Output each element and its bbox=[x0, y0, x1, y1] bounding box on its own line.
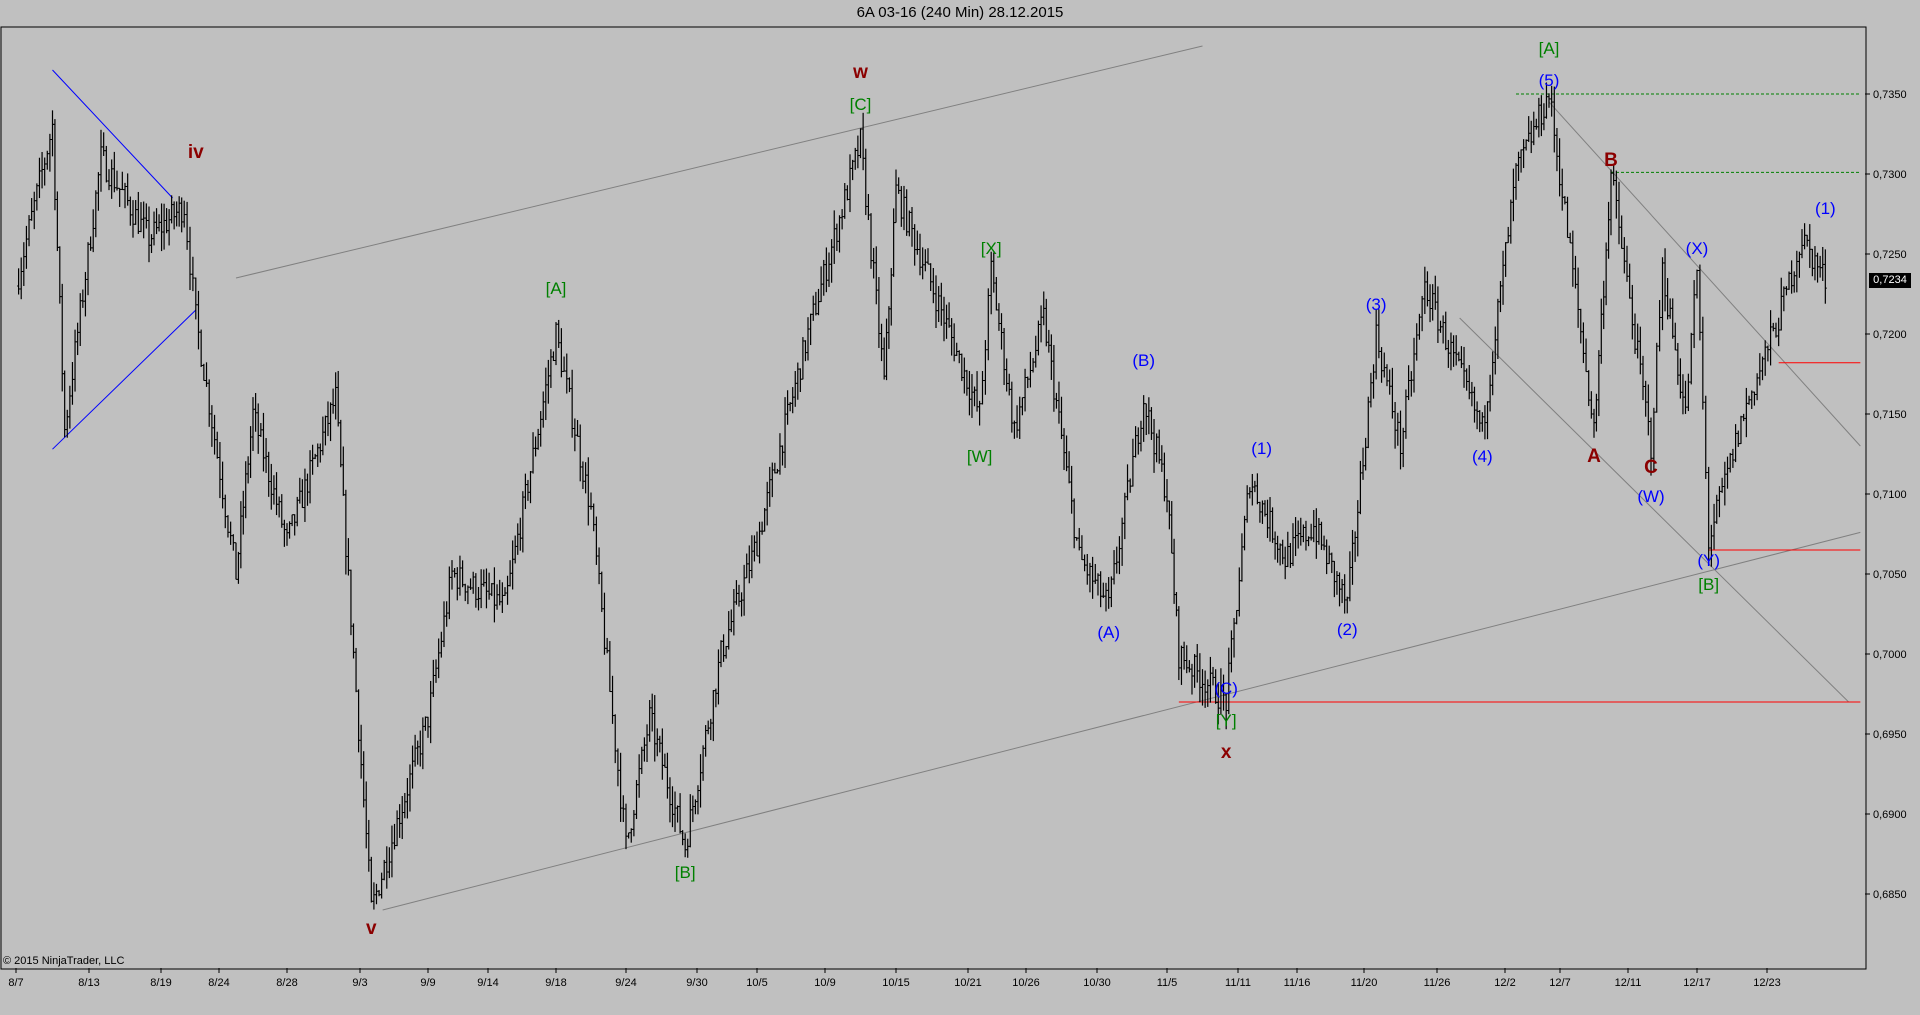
x-tick-label: 10/5 bbox=[746, 977, 767, 989]
x-tick-label: 9/18 bbox=[545, 977, 566, 989]
x-tick-label: 9/14 bbox=[477, 977, 498, 989]
y-tick-label: 0,7250 bbox=[1873, 249, 1907, 261]
copyright-text: © 2015 NinjaTrader, LLC bbox=[3, 955, 125, 967]
wave-label: iv bbox=[188, 142, 204, 163]
x-tick-label: 8/19 bbox=[150, 977, 171, 989]
y-tick-label: 0,7200 bbox=[1873, 329, 1907, 341]
wave-label: [A] bbox=[546, 279, 567, 298]
wave-label: w bbox=[852, 62, 868, 83]
x-tick-label: 11/11 bbox=[1225, 977, 1251, 989]
wave-label: [W] bbox=[967, 447, 993, 466]
y-tick-label: 0,6900 bbox=[1873, 809, 1907, 821]
wave-label: v bbox=[366, 918, 377, 939]
y-tick-label: 0,6950 bbox=[1873, 729, 1907, 741]
wave-label: (4) bbox=[1472, 447, 1493, 466]
wave-label: (1) bbox=[1251, 439, 1272, 458]
wave-label: (2) bbox=[1337, 620, 1358, 639]
x-tick-label: 10/26 bbox=[1012, 977, 1040, 989]
x-tick-label: 12/23 bbox=[1753, 977, 1781, 989]
x-tick-label: 11/20 bbox=[1351, 977, 1378, 989]
price-chart[interactable]: iv v w x [A] [B] [C] [X] [W] [Y] [A] [B] (A) (B) (C) (1… bbox=[0, 0, 1920, 1015]
y-tick-label: 0,6850 bbox=[1873, 889, 1907, 901]
wave-label: (Y) bbox=[1697, 551, 1720, 570]
wave-label: (5) bbox=[1539, 71, 1560, 90]
x-tick-label: 11/5 bbox=[1157, 977, 1178, 989]
wave-label: x bbox=[1221, 742, 1232, 763]
x-tick-label: 9/9 bbox=[420, 977, 435, 989]
wave-label: [Y] bbox=[1216, 711, 1237, 730]
x-tick-label: 11/26 bbox=[1424, 977, 1451, 989]
wave-label: (W) bbox=[1637, 487, 1664, 506]
y-tick-label: 0,7100 bbox=[1873, 489, 1907, 501]
x-tick-label: 9/24 bbox=[615, 977, 636, 989]
last-price-badge: 0,7234 bbox=[1869, 273, 1911, 288]
y-tick-label: 0,7050 bbox=[1873, 569, 1907, 581]
x-tick-label: 9/3 bbox=[352, 977, 367, 989]
wave-label: C bbox=[1644, 457, 1658, 478]
x-tick-label: 11/16 bbox=[1284, 977, 1311, 989]
x-tick-label: 12/17 bbox=[1683, 977, 1711, 989]
y-tick-label: 0,7350 bbox=[1873, 89, 1907, 101]
wave-label: (X) bbox=[1686, 239, 1709, 258]
wave-label: [X] bbox=[981, 239, 1002, 258]
wave-label: [A] bbox=[1539, 39, 1560, 58]
y-tick-label: 0,7300 bbox=[1873, 169, 1907, 181]
x-tick-label: 8/24 bbox=[208, 977, 229, 989]
x-tick-label: 8/28 bbox=[276, 977, 297, 989]
wave-label: (1) bbox=[1815, 199, 1836, 218]
wave-label: (C) bbox=[1214, 679, 1238, 698]
x-tick-label: 10/9 bbox=[814, 977, 835, 989]
x-tick-label: 12/7 bbox=[1549, 977, 1570, 989]
plot-area bbox=[0, 26, 1867, 970]
x-tick-label: 8/7 bbox=[8, 977, 23, 989]
x-tick-label: 8/13 bbox=[78, 977, 99, 989]
y-tick-label: 0,7000 bbox=[1873, 649, 1907, 661]
wave-label: [B] bbox=[675, 863, 696, 882]
wave-label: [C] bbox=[850, 95, 872, 114]
x-tick-label: 9/30 bbox=[686, 977, 707, 989]
wave-label: [B] bbox=[1698, 575, 1719, 594]
wave-label: B bbox=[1604, 150, 1618, 171]
wave-label: (A) bbox=[1097, 623, 1120, 642]
y-tick-label: 0,7150 bbox=[1873, 409, 1907, 421]
wave-label: A bbox=[1587, 446, 1601, 467]
x-tick-label: 12/11 bbox=[1615, 977, 1642, 989]
x-tick-label: 12/2 bbox=[1494, 977, 1515, 989]
x-tick-label: 10/21 bbox=[954, 977, 982, 989]
wave-label: (B) bbox=[1132, 351, 1155, 370]
wave-label: (3) bbox=[1366, 295, 1387, 314]
x-tick-label: 10/30 bbox=[1083, 977, 1111, 989]
x-tick-label: 10/15 bbox=[882, 977, 910, 989]
